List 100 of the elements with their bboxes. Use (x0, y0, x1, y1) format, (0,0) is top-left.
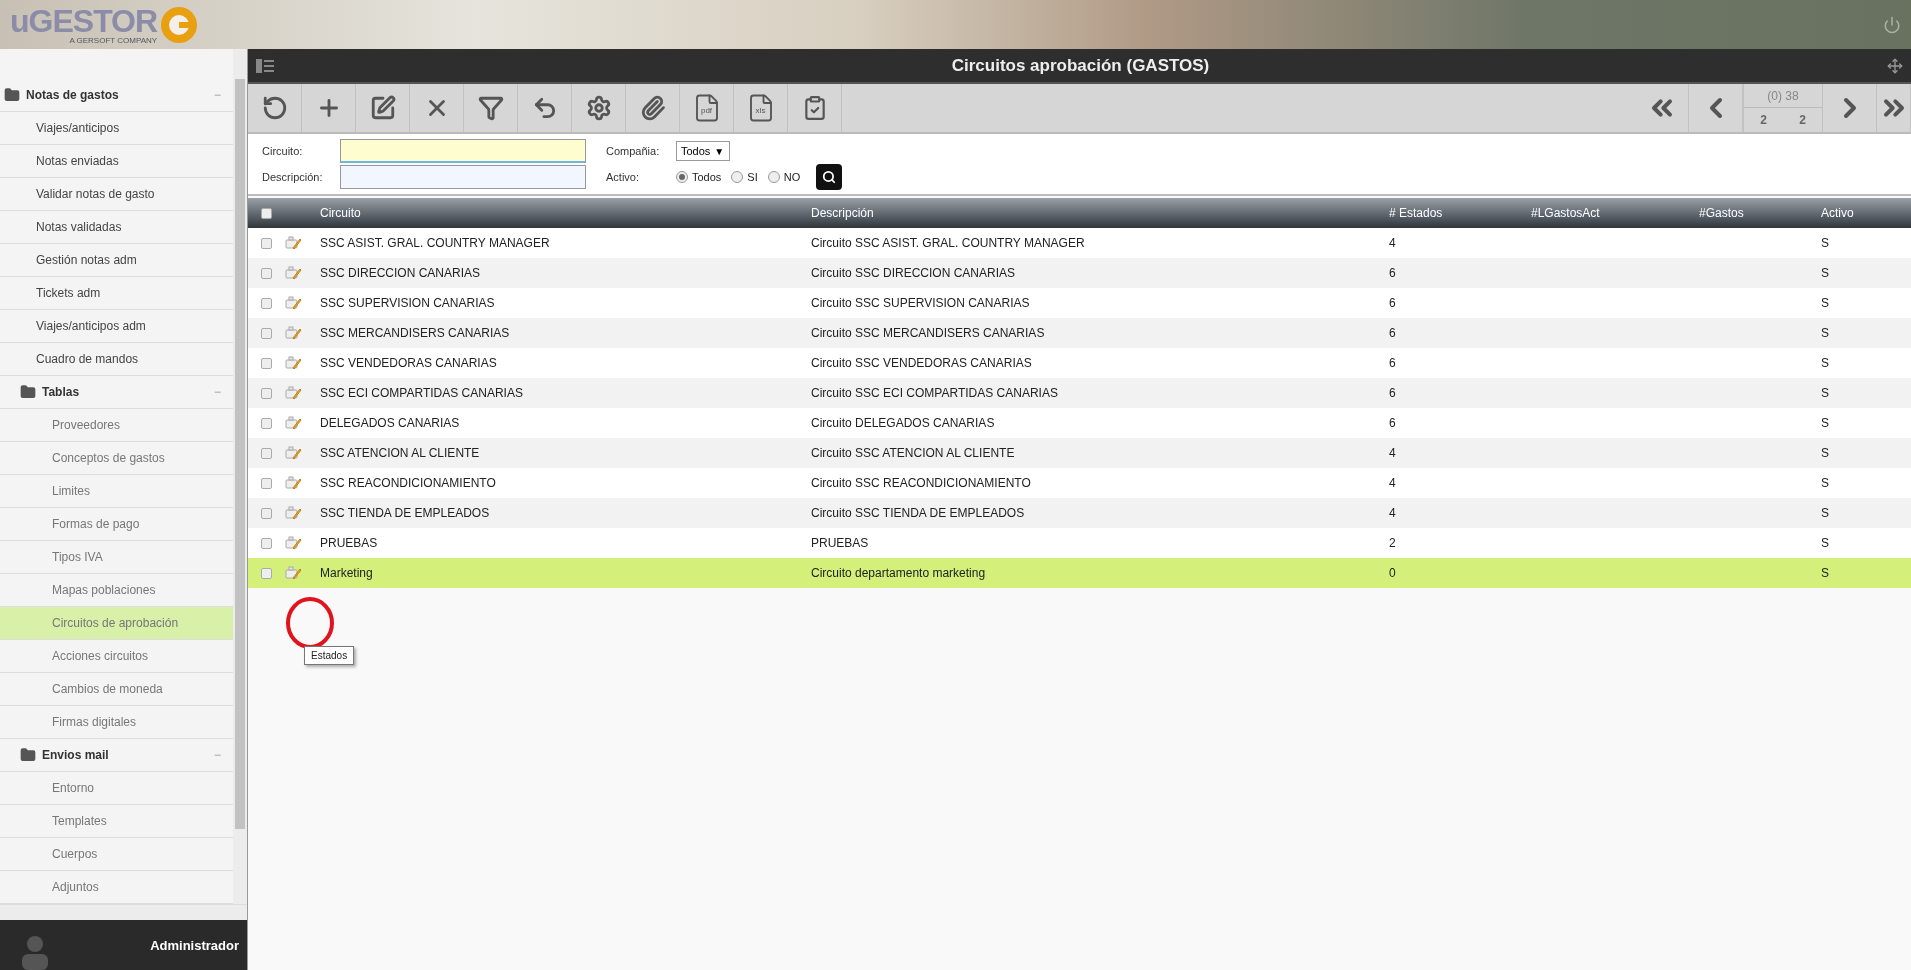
table-cell-text: SSC SUPERVISION CANARIAS (320, 296, 496, 310)
table-cell-text: S (1821, 326, 1830, 340)
scrollbar[interactable] (0, 904, 247, 920)
checkbox[interactable] (261, 537, 272, 549)
table-cell-text: SSC VENDEDORAS CANARIAS (320, 356, 498, 370)
checkbox[interactable] (261, 357, 272, 369)
table-row[interactable]: PRUEBAS PRUEBAS 2 S (248, 528, 1911, 558)
table-cell-text: 2 (1389, 536, 1397, 550)
table-cell-text: 6 (1389, 296, 1397, 310)
checkbox[interactable] (261, 327, 272, 339)
column-header[interactable]: Activo (1821, 206, 1911, 220)
sidebar-group[interactable]: Tablas − (0, 376, 233, 409)
checkbox[interactable] (261, 237, 272, 249)
column-header[interactable]: #Gastos (1699, 206, 1821, 220)
table-cell-text: Circuito DELEGADOS CANARIAS (811, 416, 996, 430)
tooltip: Estados (304, 646, 355, 665)
table-row[interactable]: SSC ECI COMPARTIDAS CANARIAS Circuito SSC ECI COMPARTIDAS CANARIAS 6 S (248, 378, 1911, 408)
checkbox[interactable] (261, 567, 272, 579)
table-cell-text: SSC ASIST. GRAL. COUNTRY MANAGER (320, 236, 551, 250)
checkbox[interactable] (261, 507, 272, 519)
sidebar-item[interactable]: Circuitos de aprobación (0, 607, 233, 640)
edit-icon[interactable] (284, 444, 302, 462)
table-cell-text: Circuito SSC ASIST. GRAL. COUNTRY MANAGER (811, 236, 1086, 250)
settings-icon (585, 95, 612, 121)
table-cell-text: S (1821, 566, 1830, 580)
table-cell-text: S (1821, 476, 1830, 490)
sidebar-group[interactable]: Notas de gastos − (0, 79, 233, 112)
checkbox[interactable] (261, 477, 272, 489)
search-button[interactable] (816, 164, 843, 190)
radio-option[interactable]: NO (767, 171, 801, 183)
edit-icon[interactable] (284, 324, 302, 342)
edit-icon[interactable] (284, 294, 302, 312)
table-row[interactable]: SSC DIRECCION CANARIAS Circuito SSC DIRECCION CANARIAS 6 S (248, 258, 1911, 288)
table-cell-text: S (1821, 446, 1830, 460)
table-cell-text: 4 (1389, 476, 1397, 490)
table-cell-text: 4 (1389, 236, 1397, 250)
current-page: 2 (1759, 112, 1768, 129)
window-title: Circuitos aprobación (GASTOS) (951, 55, 1210, 76)
edit-icon[interactable] (284, 234, 302, 252)
input-field[interactable] (340, 165, 586, 189)
table-cell-text: 6 (1389, 326, 1397, 340)
table-row[interactable]: SSC VENDEDORAS CANARIAS Circuito SSC VENDEDORAS CANARIAS 6 S (248, 348, 1911, 378)
table-cell-text: 6 (1389, 266, 1397, 280)
record-count: (0) 38 (1744, 84, 1822, 108)
sidebar-group[interactable]: Envios mail − (0, 739, 233, 772)
table-cell-text: DELEGADOS CANARIAS (320, 416, 461, 430)
table-cell-text: 6 (1389, 356, 1397, 370)
edit-icon[interactable] (284, 534, 302, 552)
table-cell-text: Circuito SSC TIENDA DE EMPLEADOS (811, 506, 1026, 520)
edit-icon[interactable] (284, 354, 302, 372)
sidebar-toggle-icon[interactable] (256, 58, 274, 73)
edit-icon[interactable] (284, 504, 302, 522)
power-icon[interactable] (1883, 15, 1901, 34)
radio-button[interactable] (767, 171, 780, 183)
checkbox[interactable] (261, 387, 272, 399)
checkbox[interactable] (261, 417, 272, 429)
logo-tagline: A GERSOFT COMPANY (68, 36, 158, 45)
move-icon[interactable] (1887, 57, 1903, 74)
table-cell-text: S (1821, 536, 1830, 550)
column-header[interactable]: #LGastosAct (1531, 206, 1699, 220)
dropdown[interactable]: Todos ▼ (676, 141, 730, 161)
radio-button[interactable] (676, 171, 688, 183)
table-cell-text: S (1821, 386, 1830, 400)
field-label: Activo: (606, 171, 640, 183)
logo-text: uGESTOR (10, 4, 158, 37)
radio-option[interactable]: Todos (676, 171, 722, 183)
column-header[interactable]: Descripción (811, 206, 1389, 220)
edit-icon[interactable] (284, 384, 302, 402)
edit-icon[interactable] (284, 264, 302, 282)
table-cell-text: Circuito SSC REACONDICIONAMIENTO (811, 476, 1032, 490)
table-row[interactable]: SSC SUPERVISION CANARIAS Circuito SSC SUPERVISION CANARIAS 6 S (248, 288, 1911, 318)
highlight-circle (284, 595, 336, 651)
table-cell-text: SSC MERCANDISERS CANARIAS (320, 326, 511, 340)
column-header[interactable]: # Estados (1389, 206, 1531, 220)
field-label: Compañia: (606, 145, 661, 157)
checkbox[interactable] (261, 447, 272, 459)
table-cell-text: 4 (1389, 446, 1397, 460)
table-row[interactable]: SSC REACONDICIONAMIENTO Circuito SSC REACONDICIONAMIENTO 4 S (248, 468, 1911, 498)
table-row[interactable]: DELEGADOS CANARIAS Circuito DELEGADOS CANARIAS 6 S (248, 408, 1911, 438)
column-header[interactable]: Circuito (320, 206, 811, 220)
folder-icon (20, 747, 36, 763)
radio-option[interactable]: SI (731, 171, 758, 183)
table-row[interactable]: Marketing Circuito departamento marketing 0 S (248, 558, 1911, 588)
scrollbar[interactable] (233, 49, 247, 904)
edit-icon[interactable] (284, 414, 302, 432)
table-cell-text: Circuito departamento marketing (811, 566, 987, 580)
table-cell-text: Circuito SSC SUPERVISION CANARIAS (811, 296, 1031, 310)
table-row[interactable]: SSC ASIST. GRAL. COUNTRY MANAGER Circuito SSC ASIST. GRAL. COUNTRY MANAGER 4 S (248, 228, 1911, 258)
table-row[interactable]: SSC MERCANDISERS CANARIAS Circuito SSC MERCANDISERS CANARIAS 6 S (248, 318, 1911, 348)
input-field[interactable] (340, 139, 586, 163)
table-row[interactable]: SSC ATENCION AL CLIENTE Circuito SSC ATENCION AL CLIENTE 4 S (248, 438, 1911, 468)
edit-icon[interactable] (284, 474, 302, 492)
checkbox[interactable] (261, 267, 272, 279)
table-row[interactable]: SSC TIENDA DE EMPLEADOS Circuito SSC TIENDA DE EMPLEADOS 4 S (248, 498, 1911, 528)
checkbox[interactable] (261, 297, 272, 309)
edit-icon[interactable] (284, 564, 302, 582)
table-cell-text: S (1821, 296, 1830, 310)
radio-button[interactable] (731, 171, 744, 183)
page-count: 2 (1798, 112, 1807, 129)
checkbox[interactable] (261, 207, 272, 219)
